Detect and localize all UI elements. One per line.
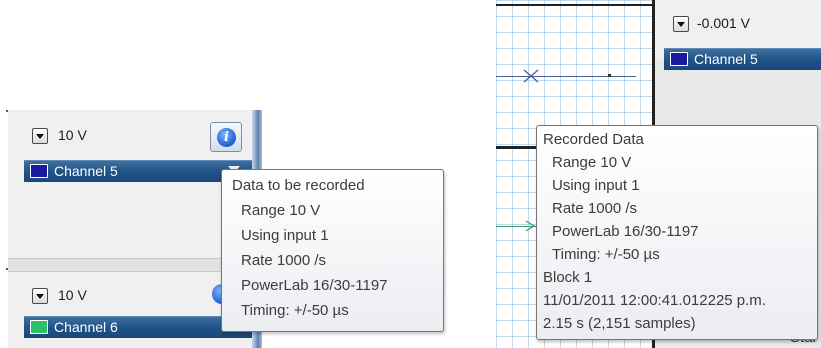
tooltip-line: Using input 1 xyxy=(241,227,329,244)
tooltip-line: Range 10 V xyxy=(241,202,321,219)
range-dropdown-button[interactable] xyxy=(32,288,48,304)
range-dropdown-button[interactable] xyxy=(673,16,689,32)
panel-corner-dot xyxy=(6,110,8,112)
channel-name-label: Channel 5 xyxy=(694,51,758,67)
tooltip-title: Data to be recorded xyxy=(232,177,365,194)
range-label: 10 V xyxy=(58,127,87,143)
recording-info-tooltip: Data to be recorded Range 10 V Using inp… xyxy=(221,169,444,332)
tooltip-line: PowerLab 16/30-1197 xyxy=(241,277,388,294)
tooltip-line: Range 10 V xyxy=(552,154,632,171)
signal-trace xyxy=(496,76,636,77)
channel-name-button[interactable]: Channel 5 xyxy=(664,48,821,70)
channel-name-button[interactable]: Channel 5 xyxy=(24,160,252,182)
trace-arrow-icon xyxy=(525,220,536,232)
tooltip-line: Timing: +/-50 µs xyxy=(241,302,349,319)
tooltip-block: Block 1 xyxy=(543,269,593,286)
range-label: -0.001 V xyxy=(697,15,750,31)
channel-name-label: Channel 6 xyxy=(54,319,118,335)
channel-name-button[interactable]: Channel 6 xyxy=(24,316,252,338)
channel-separator[interactable] xyxy=(8,258,256,272)
info-icon: i xyxy=(217,128,236,147)
tooltip-line: Using input 1 xyxy=(552,177,640,194)
channel-color-swatch[interactable] xyxy=(670,52,688,66)
trace-marker-icon xyxy=(523,69,539,83)
range-label: 10 V xyxy=(58,287,87,303)
trace-point xyxy=(608,74,611,77)
tooltip-line: Rate 1000 /s xyxy=(552,200,638,217)
channel-color-swatch[interactable] xyxy=(30,320,48,334)
tooltip-duration: 2.15 s (2,151 samples) xyxy=(543,315,696,332)
channel-color-swatch[interactable] xyxy=(30,164,48,178)
channel-name-label: Channel 5 xyxy=(54,163,118,179)
tooltip-line: PowerLab 16/30-1197 xyxy=(552,223,699,240)
tooltip-title: Recorded Data xyxy=(543,131,644,148)
recorded-data-tooltip: Recorded Data Range 10 V Using input 1 R… xyxy=(536,125,818,340)
separator-dot xyxy=(6,268,8,270)
tooltip-timestamp: 11/01/2011 12:00:41.012225 p.m. xyxy=(543,292,766,309)
range-dropdown-button[interactable] xyxy=(32,128,48,144)
plot-border xyxy=(496,4,654,6)
channel-info-button[interactable]: i xyxy=(210,122,242,152)
tooltip-line: Rate 1000 /s xyxy=(241,252,327,269)
tooltip-line: Timing: +/-50 µs xyxy=(552,246,660,263)
